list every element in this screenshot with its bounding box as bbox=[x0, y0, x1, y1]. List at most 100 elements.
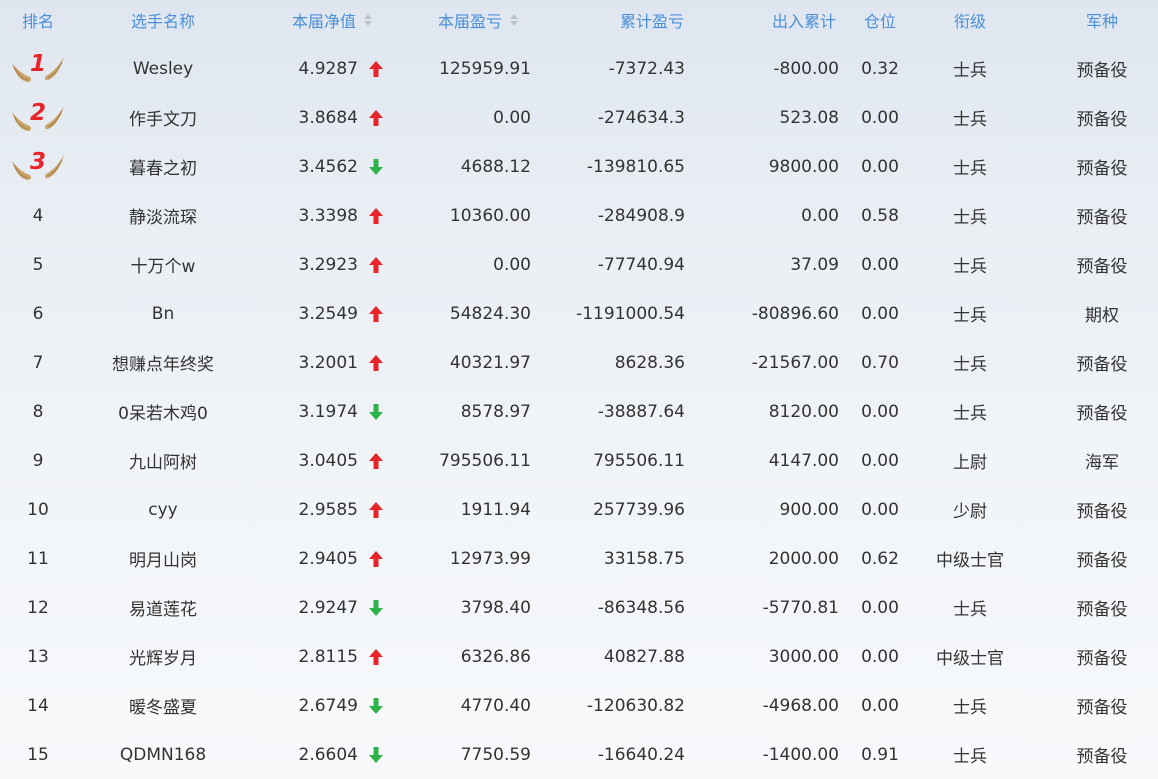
player-name-cell[interactable]: 九山阿树 bbox=[90, 436, 236, 485]
flow-value: -4968.00 bbox=[762, 695, 839, 716]
nav-value: 3.2549 bbox=[298, 303, 358, 324]
player-name-cell[interactable]: 易道莲花 bbox=[90, 583, 236, 632]
table-row: 8 0呆若木鸡0 3.1974 8578.97 -38887.64 8120.00 0.00… bbox=[0, 387, 1158, 436]
player-name-cell[interactable]: 明月山岗 bbox=[90, 534, 236, 583]
branch-value: 预备役 bbox=[1076, 698, 1128, 718]
player-name[interactable]: 九山阿树 bbox=[129, 448, 197, 473]
player-name-cell[interactable]: 十万个w bbox=[90, 240, 236, 289]
col-branch[interactable]: 军种 bbox=[1050, 0, 1154, 40]
rank-cell: 1 bbox=[0, 44, 76, 93]
nav-cell: 3.0405 bbox=[250, 436, 358, 485]
cum-pnl-value-cell: 40827.88 bbox=[560, 632, 685, 681]
branch-value-cell: 预备役 bbox=[1050, 387, 1154, 436]
branch-value-cell: 期权 bbox=[1050, 289, 1154, 338]
branch-value: 预备役 bbox=[1076, 159, 1128, 179]
player-name-cell[interactable]: 光辉岁月 bbox=[90, 632, 236, 681]
col-grade[interactable]: 衔级 bbox=[920, 0, 1020, 40]
pnl-value: 125959.91 bbox=[439, 58, 531, 79]
nav-value: 3.8684 bbox=[298, 107, 358, 128]
player-name[interactable]: QDMN168 bbox=[120, 745, 206, 765]
table-header: 排名 选手名称 本届净值 本届盈亏 累计盈亏 出入累计 仓位 衔级 军种 bbox=[0, 0, 1158, 40]
col-pnl-sortable[interactable]: 本届盈亏 bbox=[438, 0, 548, 40]
player-name-cell[interactable]: 想赚点年终奖 bbox=[90, 338, 236, 387]
grade-value-cell: 士兵 bbox=[920, 583, 1020, 632]
position-value: 0.62 bbox=[861, 548, 899, 569]
nav-cell: 2.9247 bbox=[250, 583, 358, 632]
player-name-cell[interactable]: 作手文刀 bbox=[90, 93, 236, 142]
pnl-value-cell: 125959.91 bbox=[420, 44, 531, 93]
position-value: 0.00 bbox=[861, 303, 899, 324]
branch-value: 预备役 bbox=[1076, 110, 1128, 130]
col-flow[interactable]: 出入累计 bbox=[730, 0, 836, 40]
player-name[interactable]: 暮春之初 bbox=[129, 154, 197, 179]
rank-cell: 4 bbox=[0, 191, 76, 240]
player-name-cell[interactable]: 暖冬盛夏 bbox=[90, 681, 236, 730]
trend-down-icon bbox=[366, 583, 386, 632]
flow-value: -1400.00 bbox=[762, 744, 839, 765]
player-name[interactable]: 0呆若木鸡0 bbox=[118, 399, 208, 424]
sort-icon[interactable] bbox=[510, 14, 519, 26]
grade-value: 士兵 bbox=[953, 110, 987, 130]
pnl-value: 795506.11 bbox=[439, 450, 531, 471]
grade-value: 士兵 bbox=[953, 698, 987, 718]
rank-number: 15 bbox=[27, 744, 49, 765]
player-name[interactable]: Bn bbox=[152, 304, 174, 324]
col-pnl-label: 本届盈亏 bbox=[438, 12, 503, 31]
col-cum-pnl[interactable]: 累计盈亏 bbox=[560, 0, 684, 40]
nav-value: 3.4562 bbox=[298, 156, 358, 177]
nav-value: 3.0405 bbox=[298, 450, 358, 471]
col-rank[interactable]: 排名 bbox=[0, 0, 76, 40]
player-name-cell[interactable]: Bn bbox=[90, 289, 236, 338]
player-name[interactable]: 作手文刀 bbox=[129, 105, 197, 130]
branch-value: 预备役 bbox=[1076, 551, 1128, 571]
player-name[interactable]: 十万个w bbox=[131, 252, 196, 277]
nav-value: 2.9247 bbox=[298, 597, 358, 618]
pnl-value: 12973.99 bbox=[449, 548, 531, 569]
branch-value-cell: 预备役 bbox=[1050, 632, 1154, 681]
player-name-cell[interactable]: cyy bbox=[90, 485, 236, 534]
grade-value-cell: 士兵 bbox=[920, 142, 1020, 191]
player-name-cell[interactable]: 静淡流琛 bbox=[90, 191, 236, 240]
player-name[interactable]: cyy bbox=[148, 500, 177, 520]
player-name-cell[interactable]: Wesley bbox=[90, 44, 236, 93]
player-name[interactable]: 明月山岗 bbox=[129, 546, 197, 571]
player-name[interactable]: 想赚点年终奖 bbox=[112, 350, 214, 375]
player-name-cell[interactable]: 暮春之初 bbox=[90, 142, 236, 191]
col-name[interactable]: 选手名称 bbox=[90, 0, 236, 40]
trend-up-icon bbox=[366, 289, 386, 338]
branch-value: 海军 bbox=[1085, 453, 1119, 473]
nav-cell: 4.9287 bbox=[250, 44, 358, 93]
player-name[interactable]: 易道莲花 bbox=[129, 595, 197, 620]
cum-pnl-value: -1191000.54 bbox=[576, 303, 685, 324]
flow-value: 4147.00 bbox=[768, 450, 839, 471]
branch-value: 期权 bbox=[1085, 306, 1119, 326]
trend-up-icon bbox=[366, 436, 386, 485]
pnl-value-cell: 8578.97 bbox=[420, 387, 531, 436]
col-nav-sortable[interactable]: 本届净值 bbox=[292, 0, 402, 40]
branch-value: 预备役 bbox=[1076, 600, 1128, 620]
branch-value-cell: 预备役 bbox=[1050, 534, 1154, 583]
player-name[interactable]: 暖冬盛夏 bbox=[129, 693, 197, 718]
player-name[interactable]: 静淡流琛 bbox=[129, 203, 197, 228]
player-name[interactable]: Wesley bbox=[133, 59, 193, 79]
player-name[interactable]: 光辉岁月 bbox=[129, 644, 197, 669]
position-value: 0.70 bbox=[861, 352, 899, 373]
branch-value-cell: 海军 bbox=[1050, 436, 1154, 485]
cum-pnl-value-cell: -86348.56 bbox=[560, 583, 685, 632]
flow-value: 900.00 bbox=[779, 499, 839, 520]
player-name-cell[interactable]: QDMN168 bbox=[90, 730, 236, 779]
position-value-cell: 0.91 bbox=[850, 730, 910, 779]
rank-number: 7 bbox=[32, 352, 44, 373]
sort-icon[interactable] bbox=[364, 14, 373, 26]
rank-number: 11 bbox=[27, 548, 49, 569]
cum-pnl-value: 33158.75 bbox=[603, 548, 685, 569]
player-name-cell[interactable]: 0呆若木鸡0 bbox=[90, 387, 236, 436]
flow-value-cell: -800.00 bbox=[720, 44, 839, 93]
rank-medal-icon: 2 bbox=[10, 100, 66, 134]
position-value-cell: 0.00 bbox=[850, 142, 910, 191]
cum-pnl-value: -139810.65 bbox=[586, 156, 685, 177]
position-value-cell: 0.62 bbox=[850, 534, 910, 583]
col-position[interactable]: 仓位 bbox=[850, 0, 910, 40]
cum-pnl-value: 40827.88 bbox=[603, 646, 685, 667]
flow-value-cell: -80896.60 bbox=[720, 289, 839, 338]
